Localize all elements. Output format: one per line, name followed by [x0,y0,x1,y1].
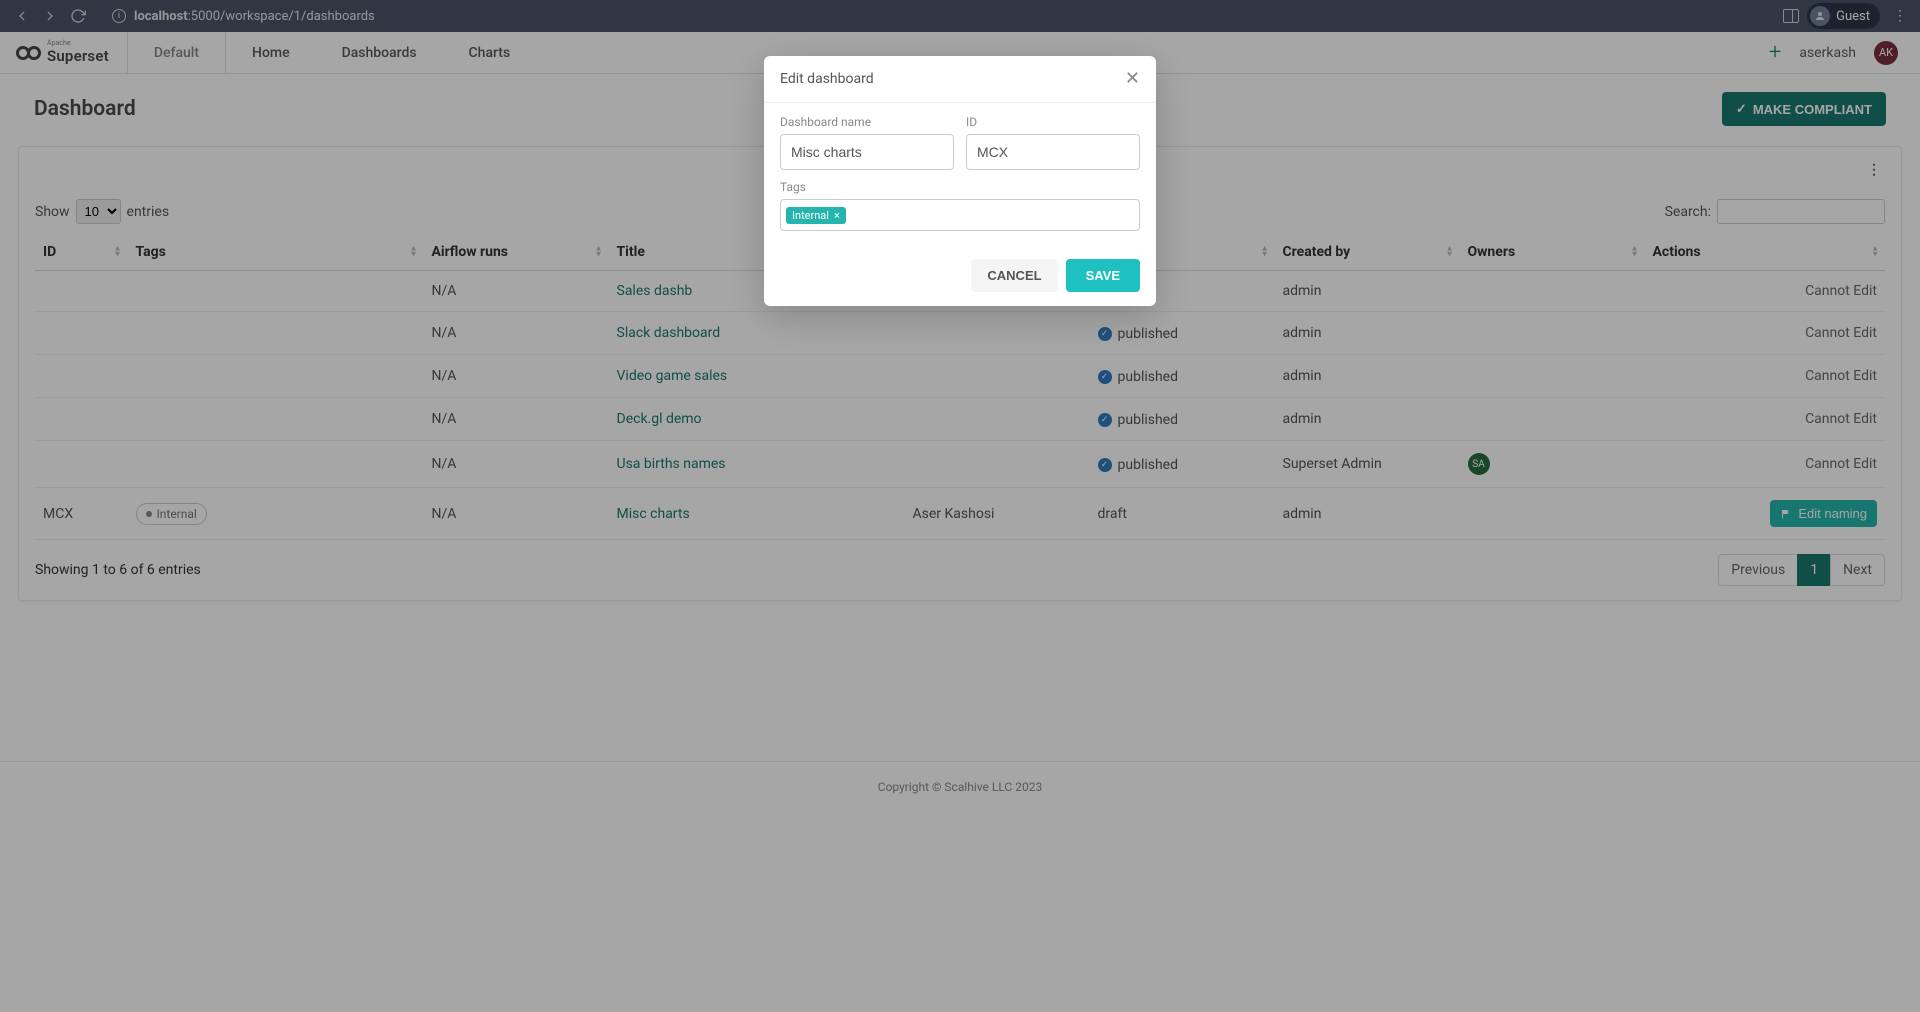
remove-tag-icon[interactable]: × [834,209,840,222]
modal-title: Edit dashboard [780,71,874,87]
dashboard-id-input[interactable] [966,134,1140,170]
tag-token-label: Internal [792,209,829,222]
tags-label: Tags [780,180,1140,194]
tag-token: Internal × [786,207,846,224]
cancel-button[interactable]: CANCEL [971,259,1057,292]
close-icon[interactable]: ✕ [1125,70,1140,88]
id-label: ID [966,115,1140,129]
tags-input[interactable]: Internal × [780,199,1140,231]
edit-dashboard-modal: Edit dashboard ✕ Dashboard name ID Tags … [764,56,1156,306]
dashboard-name-input[interactable] [780,134,954,170]
save-button[interactable]: SAVE [1066,259,1140,292]
name-label: Dashboard name [780,115,954,129]
